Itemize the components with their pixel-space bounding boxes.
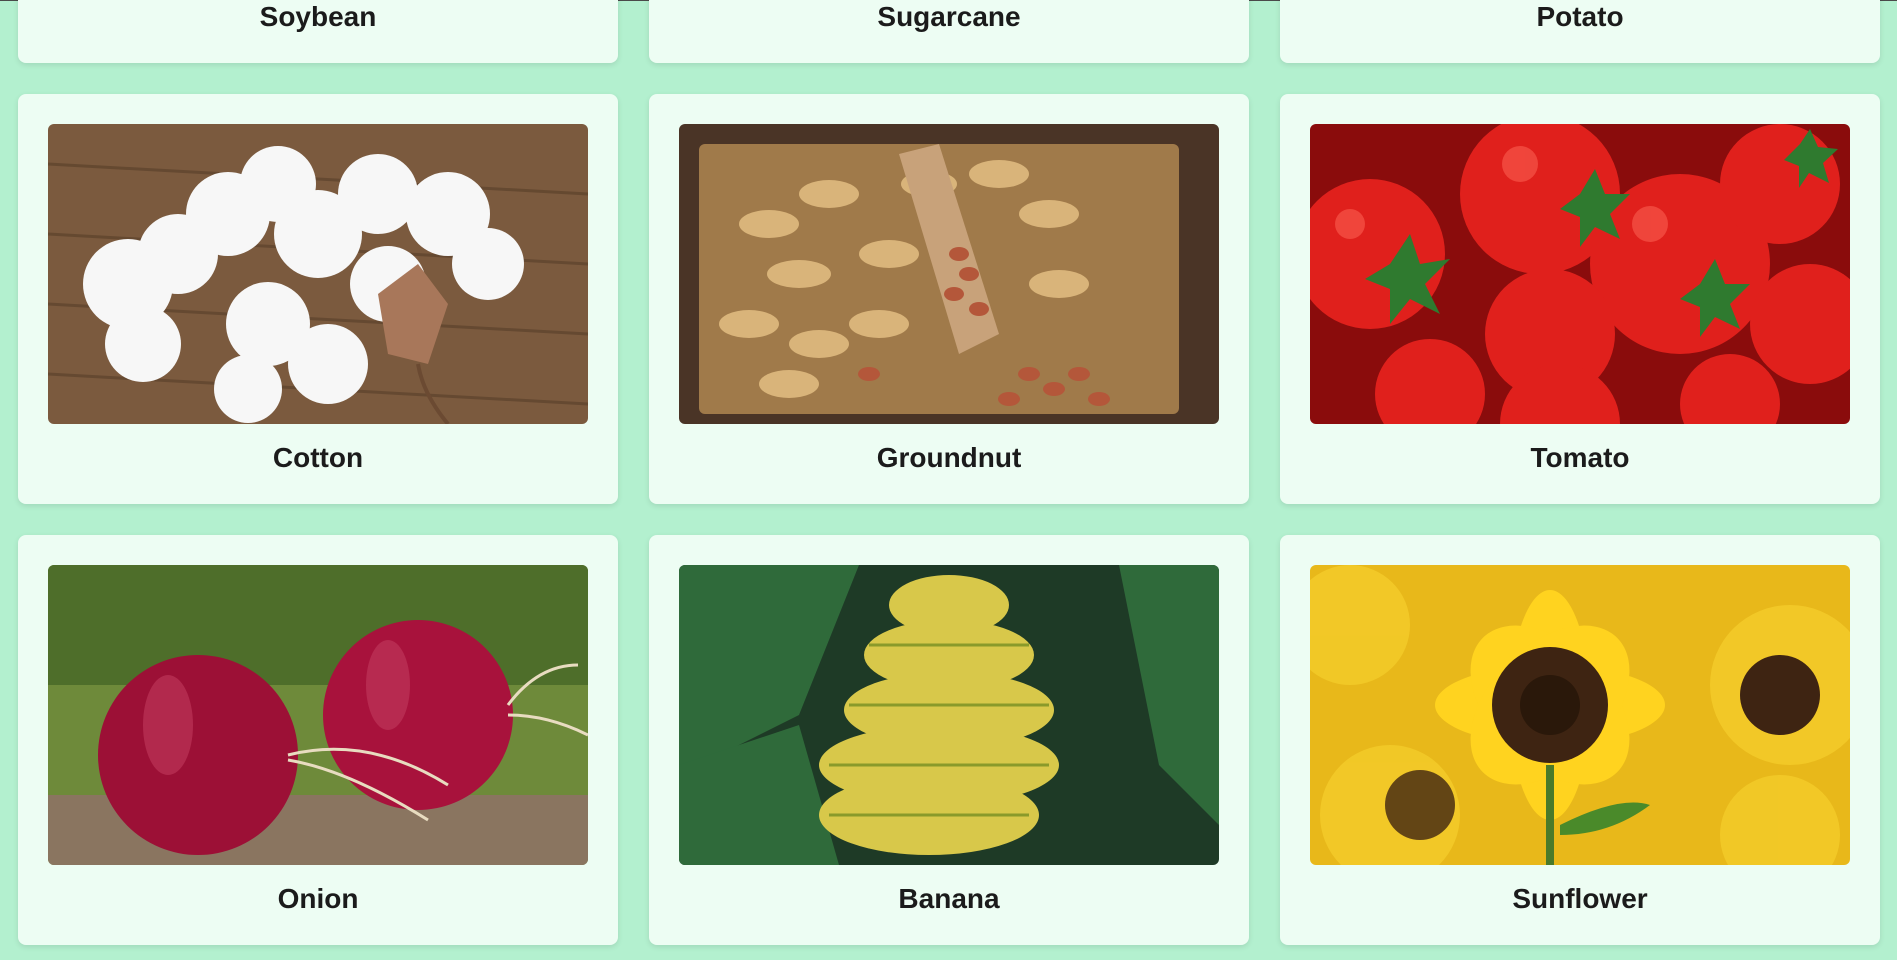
crop-name: Banana	[898, 883, 1000, 914]
cotton-image	[48, 124, 588, 424]
crop-name: Onion	[277, 883, 359, 914]
groundnut-image	[679, 124, 1219, 424]
crop-card-soybean[interactable]: Soybean	[18, 0, 618, 63]
crop-card-groundnut[interactable]: Groundnut	[649, 94, 1249, 504]
banana-image	[679, 565, 1219, 865]
crop-name: Tomato	[1530, 442, 1630, 473]
crop-card-cotton[interactable]: Cotton	[18, 94, 618, 504]
tomato-image	[1310, 124, 1850, 424]
crop-card-onion[interactable]: Onion	[18, 535, 618, 945]
crop-name: Cotton	[272, 442, 364, 473]
crop-name: Sunflower	[1512, 883, 1648, 914]
crop-card-sugarcane[interactable]: Sugarcane	[649, 0, 1249, 63]
crop-name: Groundnut	[876, 442, 1022, 473]
crop-card-potato[interactable]: Potato	[1280, 0, 1880, 63]
crop-name: Potato	[1536, 1, 1624, 32]
crop-card-banana[interactable]: Banana	[649, 535, 1249, 945]
crop-card-sunflower[interactable]: Sunflower	[1280, 535, 1880, 945]
crop-name: Sugarcane	[877, 1, 1021, 32]
crop-name: Soybean	[259, 1, 377, 32]
crop-grid: Soybean Sugarcane Potato Cotton Groundnu…	[18, 0, 1880, 960]
onion-image	[48, 565, 588, 865]
sunflower-image	[1310, 565, 1850, 865]
crop-card-tomato[interactable]: Tomato	[1280, 94, 1880, 504]
